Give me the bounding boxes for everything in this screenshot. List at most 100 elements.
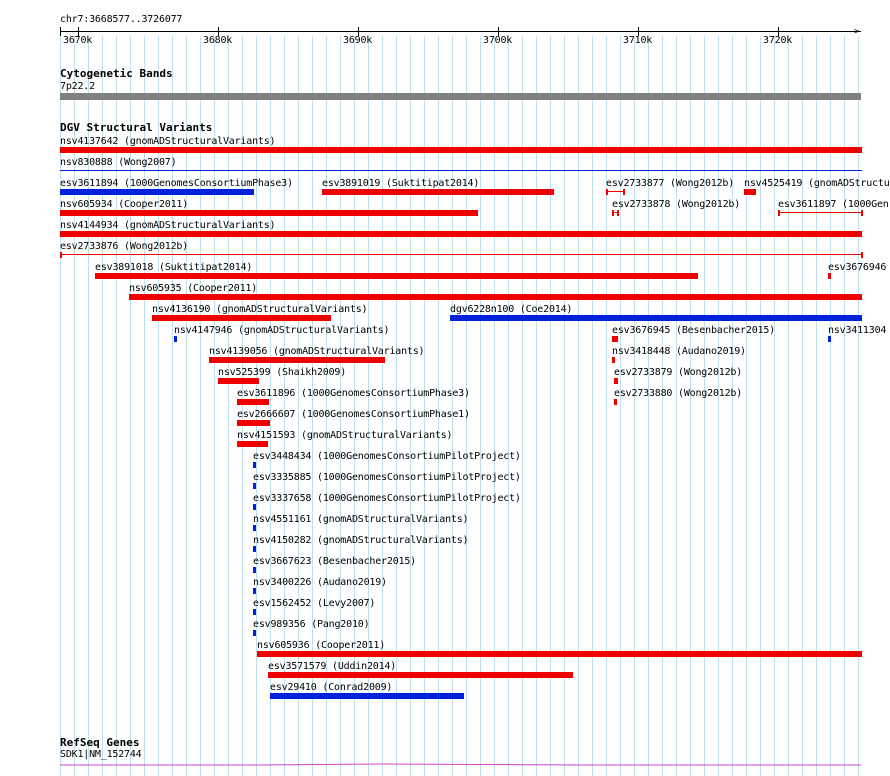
variant-label[interactable]: nsv4137642 (gnomADStructuralVariants) — [60, 136, 276, 147]
variant-bar[interactable] — [257, 651, 862, 657]
variant-label[interactable]: esv3337658 (1000GenomesConsortiumPilotPr… — [253, 493, 521, 504]
cytoband-bar[interactable] — [60, 93, 861, 100]
variant-bar[interactable] — [218, 378, 259, 384]
variant-bar[interactable] — [253, 630, 256, 636]
variant-bar[interactable] — [268, 672, 573, 678]
variant-label[interactable]: esv1562452 (Levy2007) — [253, 598, 375, 609]
ruler-location: chr7:3668577..3726077 — [60, 14, 183, 25]
variant-label[interactable]: esv3891019 (Suktitipat2014) — [322, 178, 479, 189]
variant-label[interactable]: esv2733877 (Wong2012b) — [606, 178, 734, 189]
ruler-tick-label: 3720k — [763, 35, 793, 46]
cytoband-track-title: Cytogenetic Bands — [60, 67, 173, 80]
refseq-gene-label[interactable]: SDK1|NM_152744 — [60, 749, 142, 760]
variant-bar[interactable] — [152, 315, 331, 321]
variant-label[interactable]: esv989356 (Pang2010) — [253, 619, 370, 630]
variant-bar[interactable] — [237, 441, 268, 447]
variant-bar[interactable] — [606, 191, 624, 192]
variant-bar[interactable] — [129, 294, 862, 300]
variant-label[interactable]: nsv4150282 (gnomADStructuralVariants) — [253, 535, 469, 546]
ruler-arrow-icon: > — [854, 27, 860, 37]
variant-bar-end — [617, 210, 619, 216]
variant-bar[interactable] — [828, 273, 831, 279]
variant-label[interactable]: esv3571579 (Uddin2014) — [268, 661, 396, 672]
variant-label[interactable]: nsv605935 (Cooper2011) — [129, 283, 257, 294]
variant-bar[interactable] — [60, 147, 862, 153]
dgv-track-title: DGV Structural Variants — [60, 121, 213, 134]
variant-label[interactable]: nsv4147946 (gnomADStructuralVariants) — [174, 325, 390, 336]
variant-label[interactable]: esv3676945 (Besenbacher2015) — [612, 325, 775, 336]
variant-bar[interactable] — [253, 609, 256, 615]
variant-bar[interactable] — [253, 504, 256, 510]
variant-label[interactable]: nsv3418448 (Audano2019) — [612, 346, 746, 357]
variant-bar[interactable] — [253, 525, 256, 531]
variant-bar-end — [861, 210, 863, 216]
variant-label[interactable]: nsv605934 (Cooper2011) — [60, 199, 188, 210]
variant-label[interactable]: nsv4525419 (gnomADStructu — [744, 178, 890, 189]
variant-bar[interactable] — [253, 567, 256, 573]
variant-label[interactable]: esv2666607 (1000GenomesConsortiumPhase1) — [237, 409, 470, 420]
variant-bar[interactable] — [612, 336, 618, 342]
variant-bar[interactable] — [322, 189, 554, 195]
refseq-gene-line[interactable] — [60, 760, 862, 770]
variant-label[interactable]: nsv830888 (Wong2007) — [60, 157, 177, 168]
variant-bar[interactable] — [60, 189, 254, 195]
variant-label[interactable]: esv3667623 (Besenbacher2015) — [253, 556, 416, 567]
variant-bar-end — [623, 189, 625, 195]
ruler-start-tick — [60, 27, 61, 36]
variant-bar-end — [861, 252, 863, 258]
variant-label[interactable]: nsv4551161 (gnomADStructuralVariants) — [253, 514, 469, 525]
variant-label[interactable]: esv3611894 (1000GenomesConsortiumPhase3) — [60, 178, 293, 189]
variant-label[interactable]: nsv3400226 (Audano2019) — [253, 577, 387, 588]
variant-label[interactable]: nsv4151593 (gnomADStructuralVariants) — [237, 430, 453, 441]
variant-label[interactable]: esv3676946 — [828, 262, 886, 273]
variant-bar-end — [60, 252, 62, 258]
variant-bar[interactable] — [60, 170, 862, 171]
variant-bar[interactable] — [60, 254, 862, 255]
variant-label[interactable]: nsv4144934 (gnomADStructuralVariants) — [60, 220, 276, 231]
variant-label[interactable]: esv3448434 (1000GenomesConsortiumPilotPr… — [253, 451, 521, 462]
variant-label[interactable]: esv2733876 (Wong2012b) — [60, 241, 188, 252]
variant-bar[interactable] — [614, 399, 617, 405]
variant-label[interactable]: dgv6228n100 (Coe2014) — [450, 304, 572, 315]
variant-bar[interactable] — [778, 212, 862, 213]
variant-label[interactable]: nsv3411304 — [828, 325, 886, 336]
variant-label[interactable]: esv29410 (Conrad2009) — [270, 682, 392, 693]
variant-bar[interactable] — [237, 420, 270, 426]
variant-bar[interactable] — [744, 189, 756, 195]
variant-bar[interactable] — [237, 399, 269, 405]
variant-bar-end — [606, 189, 608, 195]
variant-label[interactable]: esv3611897 (1000Gen — [778, 199, 889, 210]
variant-label[interactable]: esv3335885 (1000GenomesConsortiumPilotPr… — [253, 472, 521, 483]
variant-bar[interactable] — [612, 357, 615, 363]
variant-bar[interactable] — [828, 336, 831, 342]
variant-bar[interactable] — [95, 273, 698, 279]
variant-label[interactable]: esv2733879 (Wong2012b) — [614, 367, 742, 378]
cytoband-name: 7p22.2 — [60, 81, 95, 92]
variant-bar[interactable] — [253, 462, 256, 468]
variant-label[interactable]: esv2733880 (Wong2012b) — [614, 388, 742, 399]
variant-label[interactable]: nsv605936 (Cooper2011) — [257, 640, 385, 651]
variant-bar[interactable] — [174, 336, 177, 342]
variant-bar[interactable] — [270, 693, 464, 699]
variant-bar[interactable] — [253, 483, 256, 489]
variant-bar[interactable] — [253, 546, 256, 552]
ruler-tick-label: 3690k — [343, 35, 373, 46]
variant-bar-end — [778, 210, 780, 216]
variant-bar[interactable] — [450, 315, 862, 321]
variant-label[interactable]: esv3611896 (1000GenomesConsortiumPhase3) — [237, 388, 470, 399]
ruler-tick-label: 3700k — [483, 35, 513, 46]
ruler-tick-label: 3680k — [203, 35, 233, 46]
variant-label[interactable]: esv2733878 (Wong2012b) — [612, 199, 740, 210]
variant-label[interactable]: nsv525399 (Shaikh2009) — [218, 367, 346, 378]
variant-bar[interactable] — [614, 378, 618, 384]
variant-bar[interactable] — [60, 210, 478, 216]
variant-bar[interactable] — [253, 588, 256, 594]
variant-label[interactable]: nsv4136190 (gnomADStructuralVariants) — [152, 304, 368, 315]
ruler-tick-label: 3710k — [623, 35, 653, 46]
variant-bar[interactable] — [209, 357, 385, 363]
variant-label[interactable]: esv3891018 (Suktitipat2014) — [95, 262, 252, 273]
variant-bar-end — [612, 210, 614, 216]
refseq-track-title: RefSeq Genes — [60, 736, 140, 749]
variant-label[interactable]: nsv4139056 (gnomADStructuralVariants) — [209, 346, 425, 357]
variant-bar[interactable] — [60, 231, 862, 237]
